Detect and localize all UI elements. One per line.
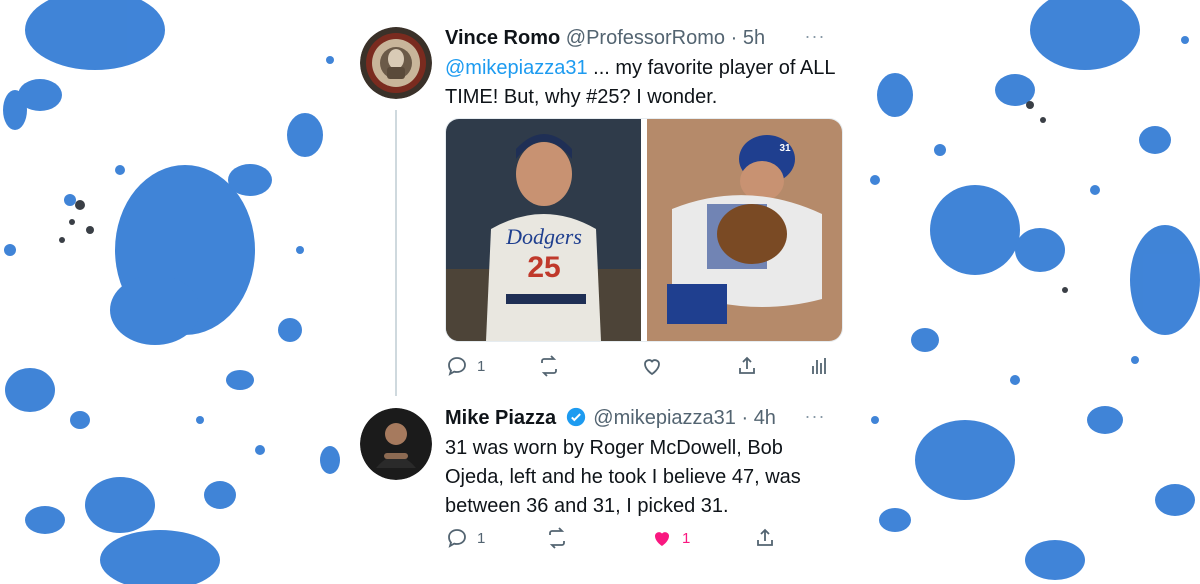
like-count: 1	[682, 529, 691, 547]
more-options-icon[interactable]: ···	[803, 406, 827, 426]
like-button[interactable]	[640, 352, 672, 380]
author-name[interactable]: Vince Romo	[445, 27, 560, 49]
separator-dot: ·	[741, 407, 749, 429]
share-icon	[757, 528, 773, 546]
avatar[interactable]	[360, 27, 432, 99]
avatar[interactable]	[360, 408, 432, 480]
reply-button[interactable]: 1	[445, 524, 485, 552]
tweet-header: Vince Romo @ProfessorRomo · 5h	[445, 26, 825, 50]
tweet-text: 31 was worn by Roger McDowell, Bob Ojeda…	[445, 437, 801, 517]
reply-count: 1	[477, 529, 486, 547]
verified-badge-icon	[566, 407, 585, 427]
more-options-icon[interactable]: ···	[803, 26, 827, 46]
timestamp[interactable]: 5h	[743, 27, 765, 49]
reply-count: 1	[477, 357, 486, 375]
media-grid: Dodgers 25 31	[445, 118, 843, 342]
timestamp[interactable]: 4h	[754, 407, 776, 429]
author-handle[interactable]: @ProfessorRomo	[566, 27, 725, 49]
watercolor-splatter-right	[855, 0, 1200, 584]
retweet-button[interactable]	[545, 524, 577, 552]
reply-icon	[448, 529, 466, 548]
mention-link[interactable]: @mikepiazza31	[445, 57, 588, 79]
tweet-action-bar: 1	[445, 352, 835, 380]
tweet-action-bar: 1 1	[445, 524, 835, 552]
tweet-text: @mikepiazza31 ... my favorite player of …	[445, 54, 835, 112]
retweet-icon	[549, 527, 565, 549]
analytics-button[interactable]	[807, 352, 831, 380]
heart-icon	[644, 359, 660, 376]
reply-icon	[448, 357, 466, 376]
photo-catcher[interactable]: 31	[647, 119, 842, 341]
author-handle[interactable]: @mikepiazza31	[593, 407, 736, 429]
jersey-number: 25	[527, 251, 560, 284]
share-button[interactable]	[735, 352, 759, 380]
photo-dodgers-batter[interactable]: Dodgers 25	[446, 119, 641, 341]
analytics-icon	[812, 358, 826, 374]
thread-connector-line	[395, 110, 397, 396]
tweet-thread-card: Vince Romo @ProfessorRomo · 5h ··· @mike…	[345, 0, 855, 584]
helmet-number: 31	[779, 143, 791, 154]
separator-dot: ·	[730, 27, 738, 49]
like-button[interactable]: 1	[650, 524, 690, 552]
reply-button[interactable]: 1	[445, 352, 485, 380]
heart-filled-icon	[655, 532, 669, 546]
retweet-icon	[541, 355, 557, 377]
retweet-button[interactable]	[537, 352, 569, 380]
jersey-wordmark: Dodgers	[505, 224, 582, 249]
tweet-header: Mike Piazza @mikepiazza31 · 4h	[445, 406, 825, 430]
watercolor-splatter-left	[0, 0, 345, 584]
share-icon	[739, 356, 755, 374]
share-button[interactable]	[753, 524, 777, 552]
author-name[interactable]: Mike Piazza	[445, 407, 556, 429]
